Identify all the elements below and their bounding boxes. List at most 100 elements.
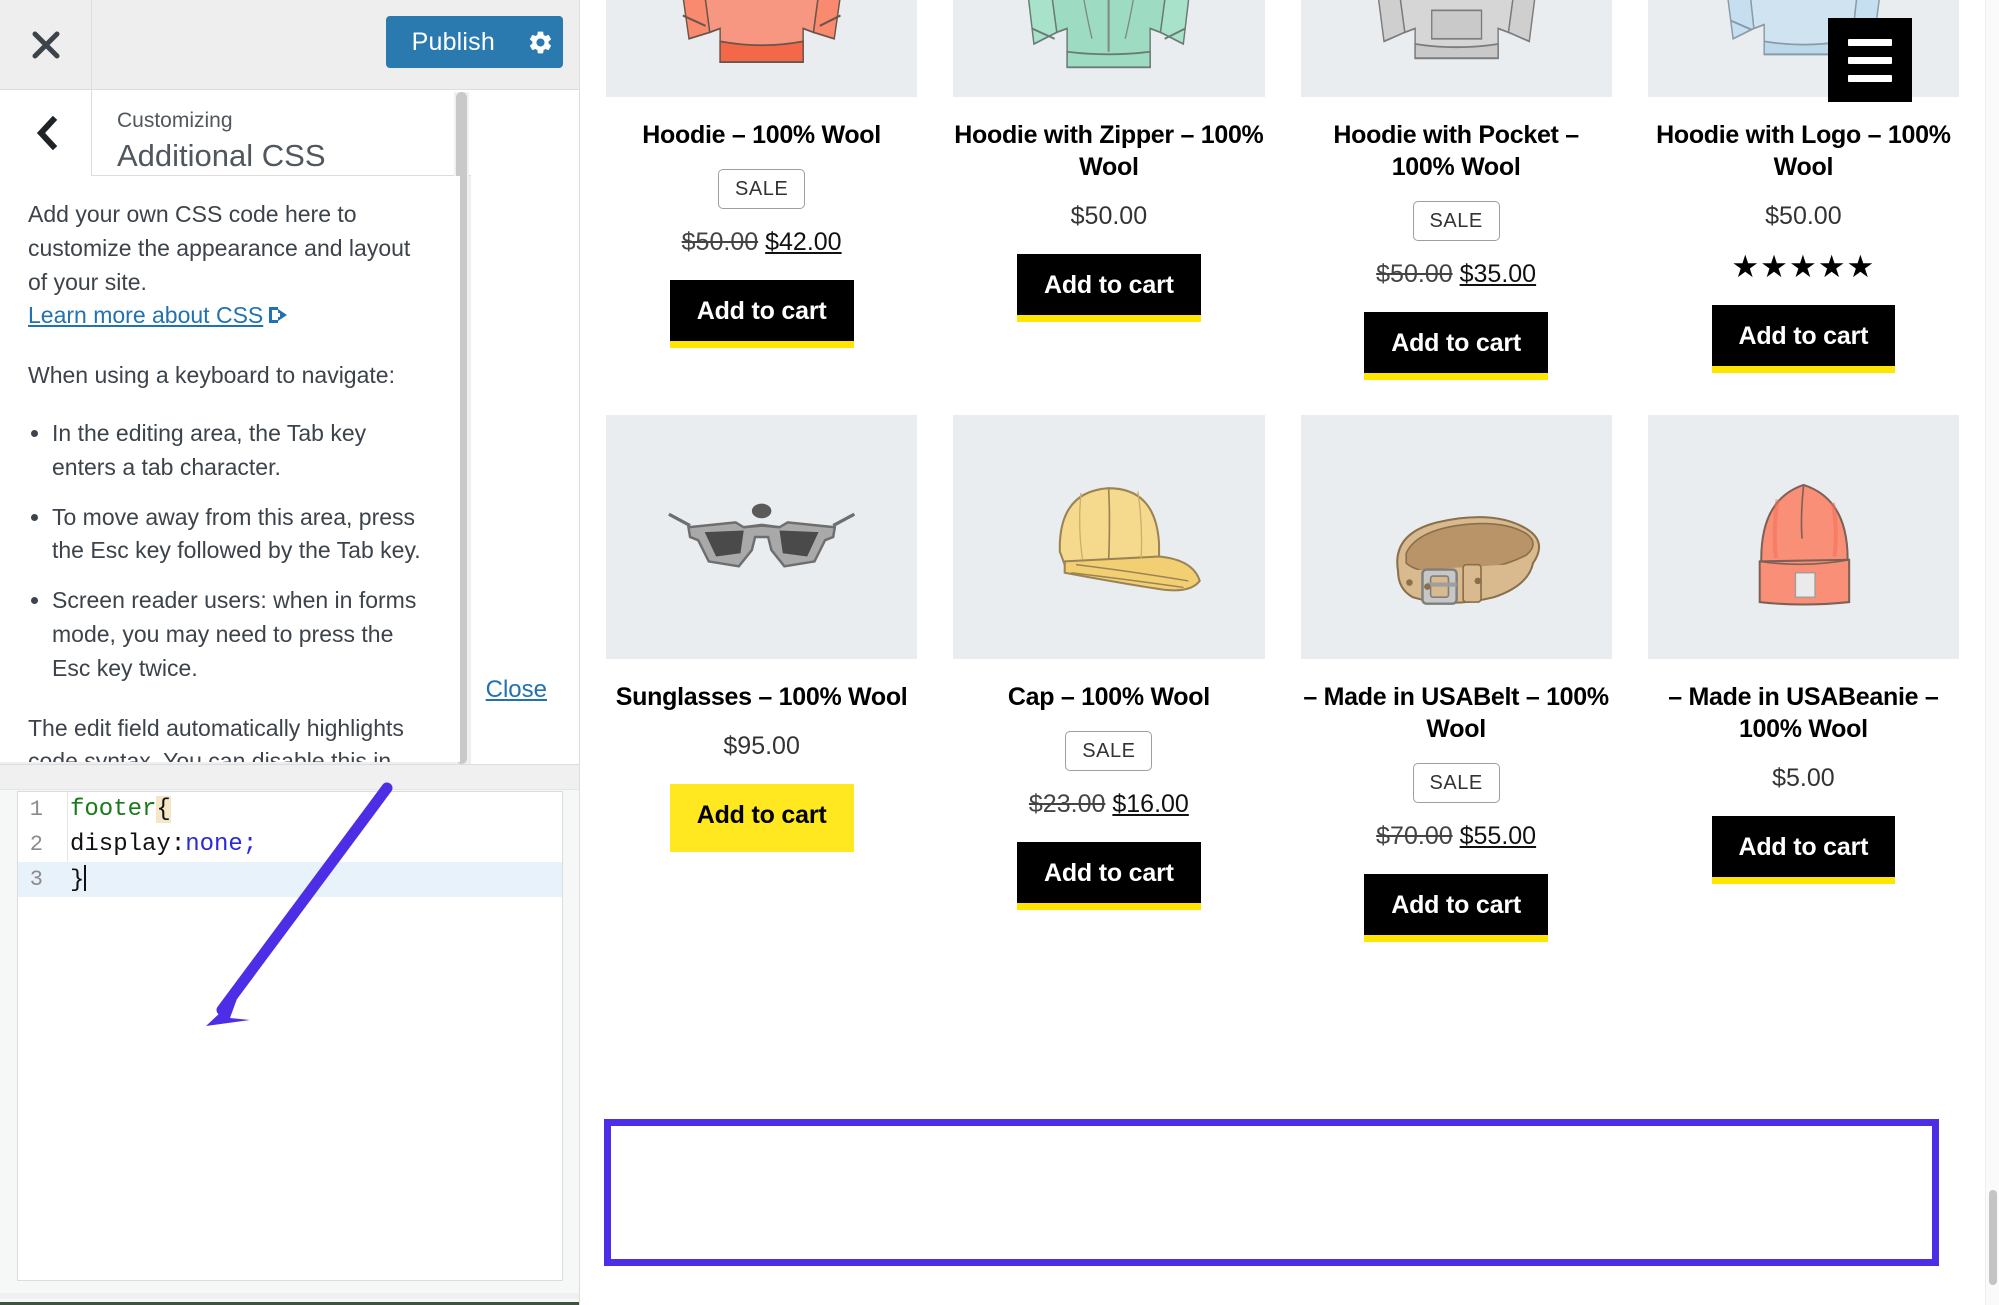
css-selector-token: footer <box>70 796 157 823</box>
editor-toolbar <box>0 765 579 790</box>
product-image-hoodie-zipper-mint[interactable] <box>953 0 1265 97</box>
css-brace-token: } <box>70 867 85 894</box>
sale-badge: SALE <box>1412 763 1500 803</box>
list-item: To move away from this area, press the E… <box>52 501 430 569</box>
code-line[interactable]: 3 } <box>18 862 562 897</box>
publish-group: Publish <box>385 16 563 68</box>
panel-footer-strip <box>0 1293 579 1299</box>
external-link-icon <box>267 301 289 335</box>
current-price: $95.00 <box>723 732 800 760</box>
menu-button[interactable] <box>1828 18 1912 102</box>
current-price: $16.00 <box>1112 790 1189 818</box>
add-to-cart-button[interactable]: Add to cart <box>669 784 854 852</box>
add-to-cart-button[interactable]: Add to cart <box>669 280 854 348</box>
product-title[interactable]: Hoodie with Logo – 100% Wool <box>1648 119 1959 183</box>
hamburger-icon-bar <box>1848 56 1892 64</box>
product-price: $50.00 <box>1071 202 1147 231</box>
product-price: $95.00 <box>723 732 799 761</box>
intro-text: Add your own CSS code here to customize … <box>28 201 411 295</box>
product-image-hoodie-orange[interactable] <box>606 0 918 97</box>
product-image-cap-yellow[interactable] <box>953 415 1265 659</box>
product-card: Hoodie with Zipper – 100% Wool $50.00 Ad… <box>935 0 1282 380</box>
gear-icon <box>529 31 551 53</box>
old-price: $50.00 <box>1376 260 1453 288</box>
text-caret <box>84 865 87 891</box>
syntax-highlight-note: The edit field automatically highlights … <box>28 712 430 762</box>
product-card: – Made in USABelt – 100% Wool SALE $70.0… <box>1283 415 1630 942</box>
line-number: 1 <box>29 797 43 822</box>
code-text: display:none; <box>56 831 257 858</box>
product-title[interactable]: Hoodie – 100% Wool <box>642 119 881 151</box>
product-title[interactable]: – Made in USABeanie – 100% Wool <box>1648 681 1959 745</box>
current-price: $50.00 <box>1070 202 1148 230</box>
preview-scrollbar[interactable] <box>1985 0 1999 1305</box>
current-price: $50.00 <box>1765 202 1842 230</box>
css-editor: 1 footer{ 2 display:none; 3 } <box>0 764 579 1305</box>
product-image-hoodie-logo-blue[interactable] <box>1647 0 1959 97</box>
add-to-cart-button[interactable]: Add to cart <box>1711 816 1896 884</box>
product-price: $50.00 <box>1765 202 1841 231</box>
css-code-area[interactable]: 1 footer{ 2 display:none; 3 } <box>17 791 563 1281</box>
panel-description: Add your own CSS code here to customize … <box>0 176 460 762</box>
css-value-token: none; <box>185 831 258 858</box>
product-row: Hoodie – 100% Wool SALE $50.00 $42.00 Add… <box>588 0 1977 380</box>
line-number: 3 <box>29 867 43 892</box>
product-card: Sunglasses – 100% Wool $95.00 Add to car… <box>588 415 935 942</box>
product-price: $50.00 $42.00 <box>682 228 842 257</box>
product-row: Sunglasses – 100% Wool $95.00 Add to car… <box>588 415 1977 942</box>
sale-badge: SALE <box>1065 731 1153 771</box>
add-to-cart-button[interactable]: Add to cart <box>1017 254 1201 322</box>
add-to-cart-button[interactable]: Add to cart <box>1364 312 1548 380</box>
product-title[interactable]: Cap – 100% Wool <box>1008 681 1210 713</box>
list-item: Screen reader users: when in forms mode,… <box>52 584 430 685</box>
product-card: Hoodie with Pocket – 100% Wool SALE $50.… <box>1283 0 1630 380</box>
list-item: In the editing area, the Tab key enters … <box>52 417 430 485</box>
close-link[interactable]: Close <box>486 676 547 704</box>
syntax-note-before: The edit field automatically highlights … <box>28 714 404 762</box>
publish-settings-button[interactable] <box>517 16 563 68</box>
site-preview: Hoodie – 100% Wool SALE $50.00 $42.00 Add… <box>580 0 1999 1305</box>
close-panel-button[interactable] <box>0 0 92 89</box>
product-title[interactable]: Sunglasses – 100% Wool <box>616 681 908 713</box>
product-price: $23.00 $16.00 <box>1029 790 1189 819</box>
product-card: Hoodie – 100% Wool SALE $50.00 $42.00 Add… <box>588 0 935 380</box>
preview-scrollbar-thumb[interactable] <box>1989 1190 1997 1285</box>
hamburger-icon-bar <box>1848 38 1892 46</box>
product-title[interactable]: Hoodie with Pocket – 100% Wool <box>1301 119 1612 183</box>
product-price: $5.00 <box>1772 764 1835 793</box>
old-price: $70.00 <box>1376 822 1453 850</box>
code-line[interactable]: 1 footer{ <box>18 792 562 827</box>
current-price: $55.00 <box>1459 822 1537 850</box>
product-price: $50.00 $35.00 <box>1376 260 1536 289</box>
back-button[interactable] <box>0 90 92 176</box>
code-text: } <box>56 865 87 894</box>
add-to-cart-button[interactable]: Add to cart <box>1711 305 1896 373</box>
customizer-panel: Publish Customizing Additional CSS ? Add… <box>0 0 580 1305</box>
old-price: $50.00 <box>681 228 759 256</box>
product-image-hoodie-pocket-gray[interactable] <box>1300 0 1612 97</box>
add-to-cart-button[interactable]: Add to cart <box>1017 842 1201 910</box>
code-line[interactable]: 2 display:none; <box>18 827 562 862</box>
learn-more-css-link[interactable]: Learn more about CSS <box>28 302 263 328</box>
panel-right-gutter <box>471 90 579 764</box>
current-price: $5.00 <box>1772 764 1835 792</box>
add-to-cart-button[interactable]: Add to cart <box>1364 874 1548 942</box>
product-title[interactable]: Hoodie with Zipper – 100% Wool <box>953 119 1264 183</box>
css-brace-token: { <box>156 796 171 823</box>
line-number: 2 <box>29 832 43 857</box>
product-price: $70.00 $55.00 <box>1376 822 1536 851</box>
product-image-beanie-coral[interactable] <box>1647 415 1959 659</box>
star-rating: ★★★★★ <box>1731 249 1876 284</box>
keyboard-tips-list: In the editing area, the Tab key enters … <box>28 417 430 686</box>
customizer-header: Publish <box>0 0 579 90</box>
css-property-token: display: <box>70 831 186 858</box>
product-card: – Made in USABeanie – 100% Wool $5.00 Ad… <box>1630 415 1977 942</box>
old-price: $23.00 <box>1028 790 1106 818</box>
current-price: $35.00 <box>1459 260 1537 288</box>
product-image-belt-tan[interactable] <box>1300 415 1612 659</box>
product-grid: Hoodie – 100% Wool SALE $50.00 $42.00 Add… <box>580 0 1985 942</box>
sale-badge: SALE <box>1412 201 1500 241</box>
product-image-sunglasses[interactable] <box>606 415 918 659</box>
publish-button[interactable]: Publish <box>385 16 517 68</box>
product-title[interactable]: – Made in USABelt – 100% Wool <box>1301 681 1612 745</box>
